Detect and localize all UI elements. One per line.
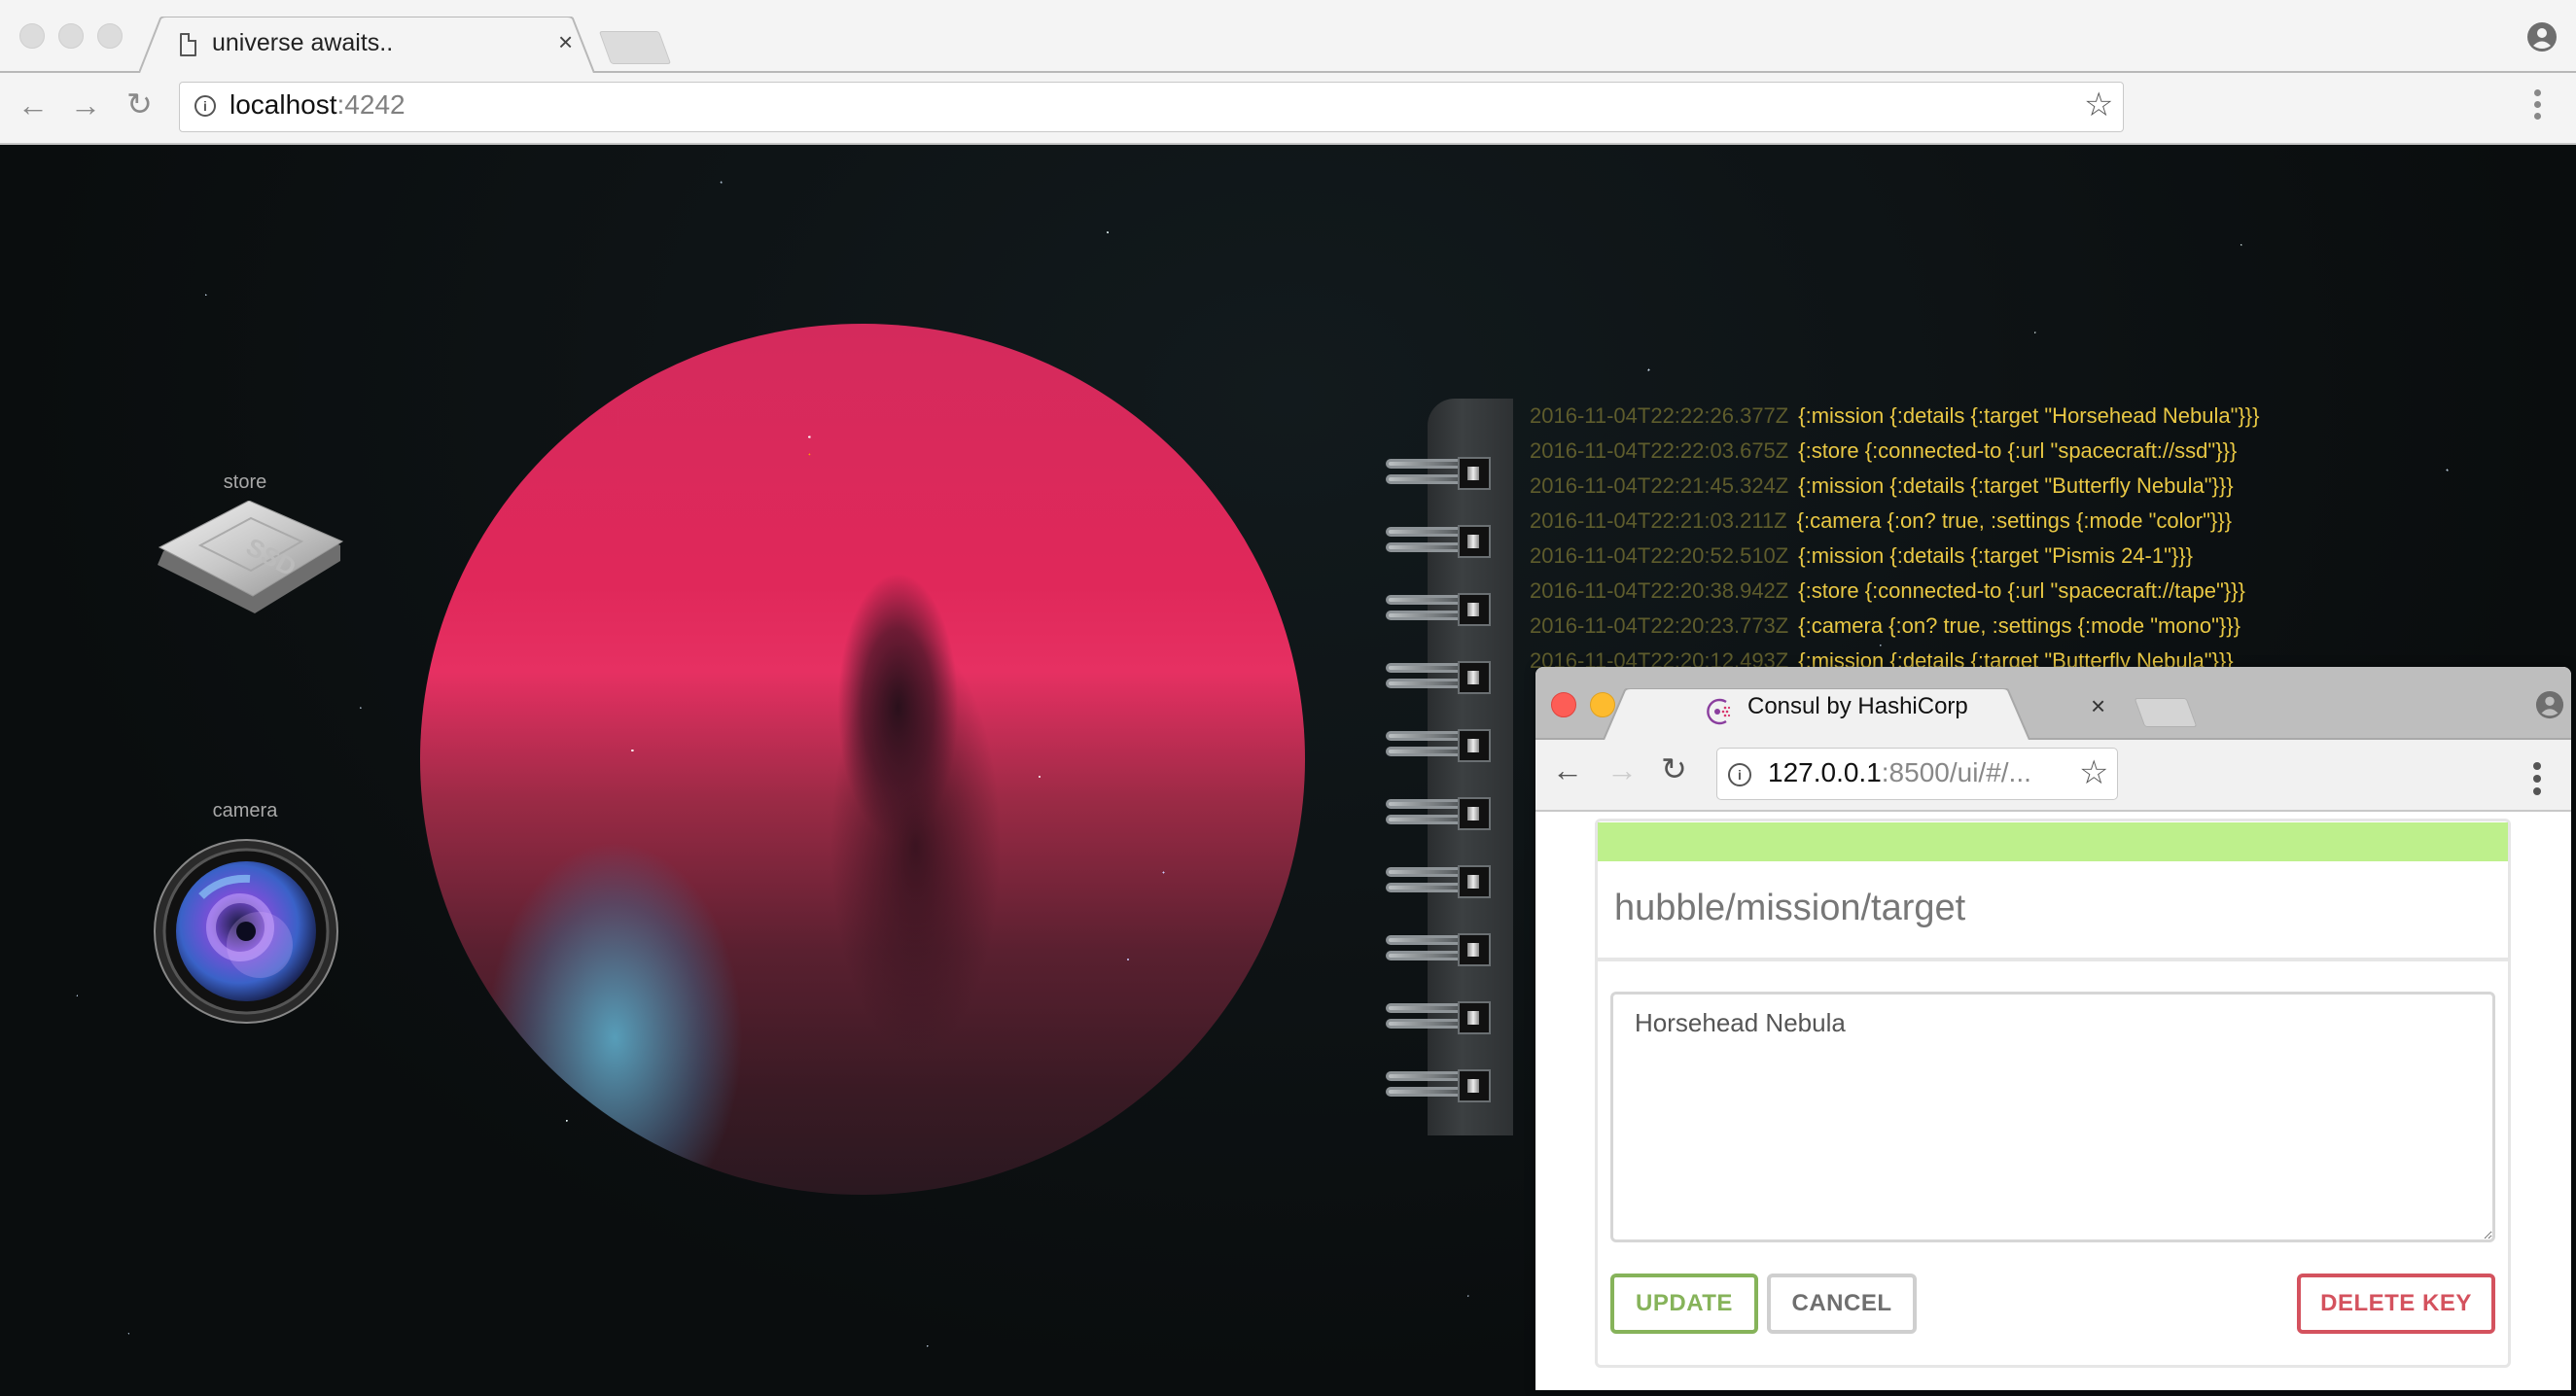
spiral-ring bbox=[1386, 457, 1491, 490]
log-entry: 2016-11-04T22:22:26.377Z {:mission {:deta… bbox=[1530, 399, 2560, 434]
spiral-ring bbox=[1386, 1001, 1491, 1034]
info-icon[interactable]: i bbox=[194, 95, 216, 117]
reload-icon[interactable]: ↻ bbox=[126, 86, 153, 122]
log-message: {:mission {:details {:target "Pismis 24-… bbox=[1798, 543, 2193, 568]
log-timestamp: 2016-11-04T22:21:45.324Z bbox=[1530, 473, 1789, 498]
camera-label: camera bbox=[212, 800, 278, 821]
log-message: {:camera {:on? true, :settings {:mode "m… bbox=[1798, 613, 2241, 638]
log-entry: 2016-11-04T22:20:23.773Z {:camera {:on? t… bbox=[1530, 609, 2560, 644]
log-timestamp: 2016-11-04T22:20:38.942Z bbox=[1530, 578, 1789, 603]
forward-arrow-icon[interactable]: → bbox=[70, 87, 101, 123]
cancel-button[interactable]: CANCEL bbox=[1767, 1274, 1917, 1334]
reload-icon[interactable]: ↻ bbox=[1661, 750, 1687, 787]
url-path: :8500/ui/#/... bbox=[1881, 757, 2031, 787]
spiral-ring bbox=[1386, 593, 1491, 626]
consul-url-text[interactable]: 127.0.0.1:8500/ui/#/... bbox=[1768, 757, 2031, 788]
spiral-ring bbox=[1386, 661, 1491, 694]
nebula-image bbox=[420, 324, 1305, 1195]
back-arrow-icon[interactable]: ← bbox=[18, 87, 49, 123]
address-bar[interactable] bbox=[179, 82, 2124, 132]
log-entry: 2016-11-04T22:22:03.675Z {:store {:connec… bbox=[1530, 434, 2560, 469]
log-timestamp: 2016-11-04T22:22:03.675Z bbox=[1530, 438, 1789, 463]
log-message: {:mission {:details {:target "Horsehead … bbox=[1798, 403, 2260, 428]
spiral-ring bbox=[1386, 729, 1491, 762]
spiral-ring bbox=[1386, 1069, 1491, 1102]
info-icon[interactable]: i bbox=[1728, 763, 1751, 786]
spiral-ring bbox=[1386, 865, 1491, 898]
browser-menu-icon[interactable] bbox=[2534, 89, 2542, 124]
tab-title: universe awaits.. bbox=[212, 29, 394, 56]
window-close-button[interactable] bbox=[19, 23, 45, 49]
consul-tab-title: Consul by HashiCorp bbox=[1747, 693, 1968, 719]
delete-key-button[interactable]: DELETE KEY bbox=[2297, 1274, 2495, 1334]
url-port: :4242 bbox=[336, 89, 406, 120]
url-host: localhost bbox=[229, 89, 337, 120]
browser-chrome: universe awaits.. × ← → ↻ i localhost:42… bbox=[0, 0, 2576, 145]
log-entry: 2016-11-04T22:20:52.510Z {:mission {:deta… bbox=[1530, 539, 2560, 574]
window-zoom-button[interactable] bbox=[97, 23, 123, 49]
new-tab-button[interactable] bbox=[2134, 698, 2198, 727]
spiral-ring bbox=[1386, 933, 1491, 966]
new-tab-button[interactable] bbox=[598, 31, 672, 64]
update-button[interactable]: UPDATE bbox=[1610, 1274, 1758, 1334]
log-timestamp: 2016-11-04T22:22:26.377Z bbox=[1530, 403, 1789, 428]
window-close-button[interactable] bbox=[1551, 692, 1576, 717]
back-arrow-icon[interactable]: ← bbox=[1552, 752, 1583, 788]
close-tab-icon[interactable]: × bbox=[2091, 691, 2105, 721]
window-minimize-button[interactable] bbox=[58, 23, 84, 49]
ssd-drive-icon[interactable]: SSD bbox=[154, 501, 344, 615]
consul-tab-bar bbox=[1535, 667, 2571, 741]
forward-arrow-icon: → bbox=[1606, 752, 1638, 787]
log-timestamp: 2016-11-04T22:20:52.510Z bbox=[1530, 543, 1789, 568]
url-text[interactable]: localhost:4242 bbox=[229, 89, 406, 121]
log-entry: 2016-11-04T22:20:38.942Z {:store {:connec… bbox=[1530, 574, 2560, 609]
log-message: {:camera {:on? true, :settings {:mode "c… bbox=[1796, 508, 2232, 533]
panel-divider bbox=[1598, 958, 2508, 961]
url-host: 127.0.0.1 bbox=[1768, 757, 1882, 787]
log-timestamp: 2016-11-04T22:21:03.211Z bbox=[1530, 508, 1787, 533]
camera-lens-icon[interactable] bbox=[153, 838, 339, 1025]
log-timestamp: 2016-11-04T22:20:23.773Z bbox=[1530, 613, 1789, 638]
event-log: 2016-11-04T22:22:26.377Z {:mission {:deta… bbox=[1530, 399, 2560, 679]
log-message: {:store {:connected-to {:url "spacecraft… bbox=[1798, 578, 2245, 603]
profile-icon[interactable] bbox=[2526, 21, 2558, 52]
log-entry: 2016-11-04T22:21:45.324Z {:mission {:deta… bbox=[1530, 469, 2560, 504]
log-message: {:mission {:details {:target "Butterfly … bbox=[1798, 473, 2234, 498]
profile-icon[interactable] bbox=[2535, 690, 2564, 719]
document-icon bbox=[180, 33, 196, 56]
store-label: store bbox=[223, 471, 267, 493]
consul-logo-icon bbox=[1707, 698, 1731, 725]
spiral-ring bbox=[1386, 525, 1491, 558]
browser-menu-icon[interactable] bbox=[2533, 762, 2541, 800]
log-entry: 2016-11-04T22:21:03.211Z {:camera {:on? t… bbox=[1530, 504, 2560, 539]
kv-status-bar bbox=[1598, 822, 2508, 861]
close-tab-icon[interactable]: × bbox=[558, 27, 573, 57]
key-value-textarea[interactable]: Horsehead Nebula bbox=[1610, 992, 2495, 1242]
key-path-title: hubble/mission/target bbox=[1614, 888, 1966, 928]
bookmark-star-icon[interactable]: ☆ bbox=[2079, 753, 2108, 792]
bookmark-star-icon[interactable]: ☆ bbox=[2084, 86, 2113, 124]
spiral-ring bbox=[1386, 797, 1491, 830]
log-message: {:store {:connected-to {:url "spacecraft… bbox=[1798, 438, 2238, 463]
